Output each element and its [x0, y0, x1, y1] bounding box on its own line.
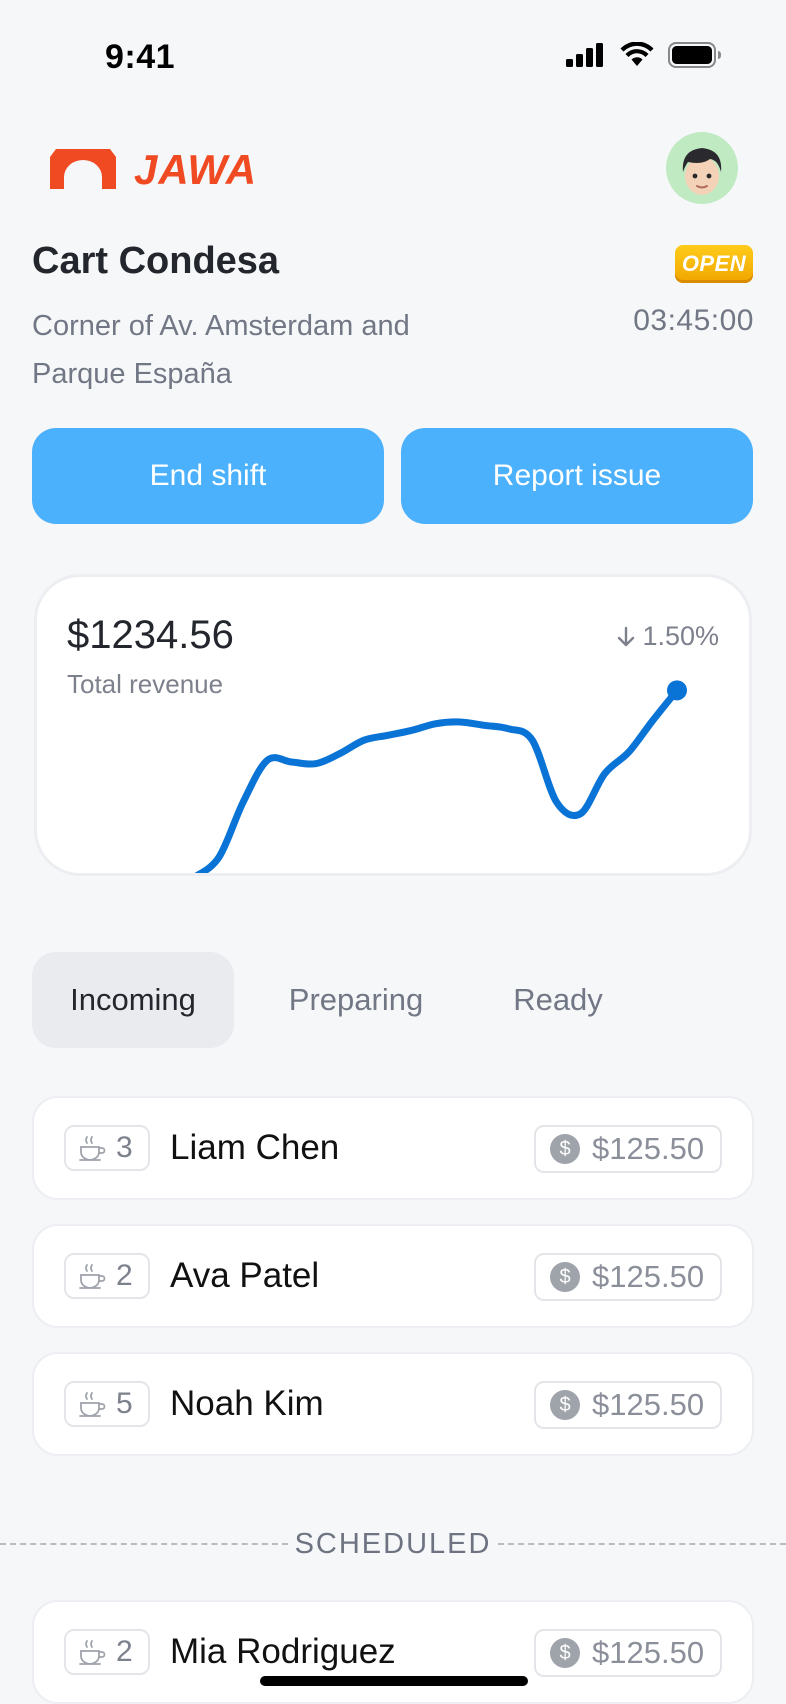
avatar[interactable] [666, 132, 738, 204]
item-count-badge: 2 [64, 1629, 150, 1675]
dollar-coin-icon: $ [550, 1390, 580, 1420]
order-price: $125.50 [592, 1635, 705, 1670]
item-count: 2 [116, 1635, 133, 1668]
order-price: $125.50 [592, 1131, 705, 1166]
coffee-cup-icon [79, 1264, 106, 1289]
dollar-coin-icon: $ [550, 1262, 580, 1292]
order-price: $125.50 [592, 1387, 705, 1422]
scheduled-order-card[interactable]: 2 Mia Rodriguez $ $125.50 [32, 1600, 754, 1704]
wifi-icon [620, 42, 654, 66]
order-price: $125.50 [592, 1259, 705, 1294]
order-tabs: Incoming Preparing Ready [32, 952, 638, 1048]
tab-preparing[interactable]: Preparing [234, 952, 478, 1048]
brand: JAWA [50, 146, 257, 194]
dollar-coin-icon: $ [550, 1638, 580, 1668]
order-total: $ $125.50 [534, 1381, 722, 1429]
revenue-end-point [667, 680, 687, 701]
order-total: $ $125.50 [534, 1125, 722, 1173]
user-avatar-icon [682, 148, 722, 195]
coffee-cup-icon [79, 1640, 106, 1665]
item-count: 2 [116, 1259, 133, 1292]
tab-incoming[interactable]: Incoming [32, 952, 234, 1048]
revenue-card: $1234.56 Total revenue 1.50% [34, 574, 752, 876]
home-indicator [260, 1676, 528, 1686]
divider-line-right [498, 1543, 786, 1545]
order-card[interactable]: 3 Liam Chen $ $125.50 [32, 1096, 754, 1200]
app-screen: 9:41 JAWA Cart Condesa OPEN Corner of Av… [0, 0, 786, 1704]
report-issue-button[interactable]: Report issue [401, 428, 753, 524]
item-count-badge: 5 [64, 1381, 150, 1427]
order-total: $ $125.50 [534, 1629, 722, 1677]
order-card[interactable]: 5 Noah Kim $ $125.50 [32, 1352, 754, 1456]
coffee-cup-icon [79, 1136, 106, 1161]
customer-name: Liam Chen [170, 1128, 340, 1167]
customer-name: Noah Kim [170, 1384, 324, 1423]
status-bar: 9:41 [0, 0, 786, 116]
item-count-badge: 3 [64, 1125, 150, 1171]
shift-timer: 03:45:00 [633, 304, 754, 337]
jawa-logo-icon [50, 149, 116, 189]
coffee-cup-icon [79, 1392, 106, 1417]
item-count: 5 [116, 1387, 133, 1420]
item-count-badge: 2 [64, 1253, 150, 1299]
order-total: $ $125.50 [534, 1253, 722, 1301]
cart-address: Corner of Av. Amsterdam and Parque Españ… [32, 310, 410, 390]
customer-name: Ava Patel [170, 1256, 320, 1295]
status-icons [566, 42, 722, 68]
end-shift-button[interactable]: End shift [32, 428, 384, 524]
dollar-coin-icon: $ [550, 1134, 580, 1164]
customer-name: Mia Rodriguez [170, 1632, 396, 1671]
cellular-signal-icon [566, 43, 603, 67]
cart-title: Cart Condesa [32, 240, 280, 282]
battery-icon [668, 42, 721, 68]
item-count: 3 [116, 1131, 133, 1164]
status-badge: OPEN [675, 245, 753, 283]
revenue-chart [194, 680, 687, 873]
scheduled-divider: SCHEDULED [0, 1520, 786, 1570]
order-card[interactable]: 2 Ava Patel $ $125.50 [32, 1224, 754, 1328]
revenue-line [194, 686, 681, 873]
status-time: 9:41 [105, 38, 176, 76]
brand-name: JAWA [134, 146, 258, 193]
tab-ready[interactable]: Ready [478, 952, 638, 1048]
